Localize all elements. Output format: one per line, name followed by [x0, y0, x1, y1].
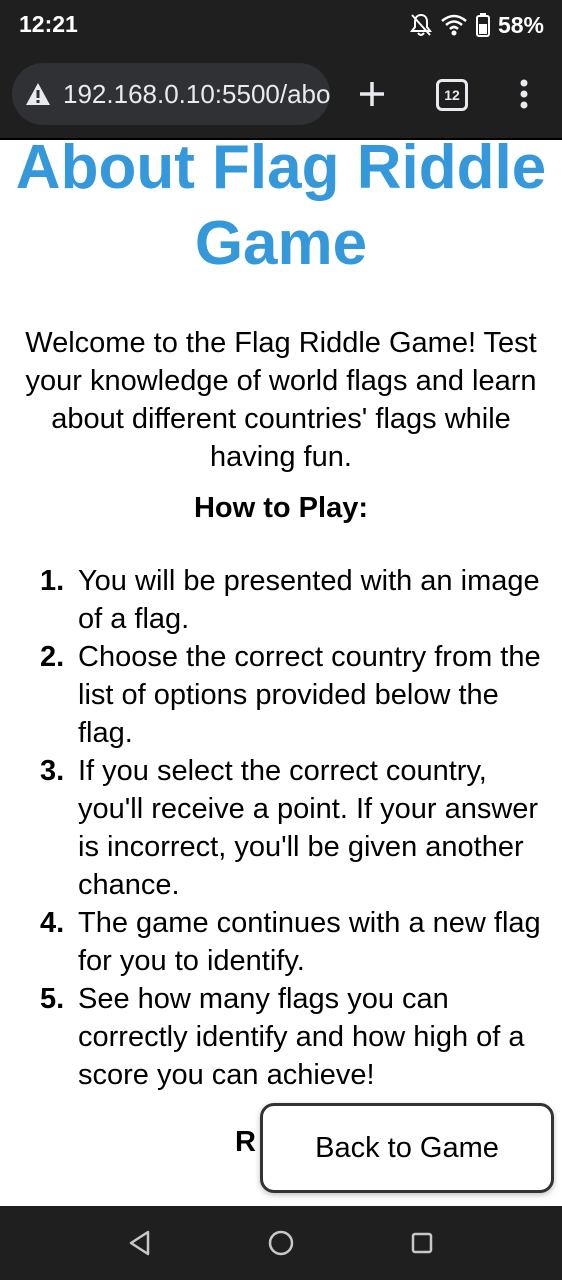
- step-text: You will be presented with an image of a…: [78, 565, 540, 635]
- tab-count: 12: [444, 87, 460, 103]
- list-item: 2. Choose the correct country from the li…: [40, 638, 560, 752]
- page-title: About Flag Riddle Game: [15, 140, 547, 278]
- back-triangle-icon[interactable]: [124, 1227, 156, 1259]
- home-circle-icon[interactable]: [265, 1227, 297, 1259]
- list-item: 1. You will be presented with an image of…: [40, 562, 560, 638]
- step-number: 3.: [40, 755, 65, 787]
- browser-toolbar: 192.168.0.10:5500/about.html 12: [0, 52, 562, 140]
- system-nav-bar: [0, 1206, 562, 1280]
- not-secure-warning-icon[interactable]: [24, 81, 52, 107]
- list-item: 5. See how many flags you can correctly i…: [40, 980, 560, 1094]
- tab-switcher-icon[interactable]: 12: [436, 79, 468, 111]
- intro-paragraph: Welcome to the Flag Riddle Game! Test yo…: [25, 327, 537, 473]
- step-text: The game continues with a new flag for y…: [78, 907, 541, 977]
- rules-heading-partial: R: [235, 1126, 256, 1158]
- step-number: 1.: [40, 565, 65, 597]
- new-tab-icon[interactable]: [352, 74, 392, 114]
- how-to-play-heading: How to Play:: [193, 492, 368, 524]
- list-item: 4. The game continues with a new flag for…: [40, 904, 560, 980]
- battery-percentage: 58%: [497, 11, 544, 38]
- battery-icon: [475, 13, 490, 37]
- status-time: 12:21: [19, 11, 78, 37]
- url-text[interactable]: 192.168.0.10:5500/about.html: [63, 79, 330, 110]
- list-item: 3. If you select the correct country, you…: [40, 752, 560, 904]
- step-text: If you select the correct country, you'l…: [78, 755, 539, 901]
- step-text: See how many flags you can correctly ide…: [78, 983, 525, 1091]
- wifi-icon: [441, 14, 467, 36]
- menu-icon[interactable]: [512, 74, 536, 114]
- step-text: Choose the correct country from the list…: [78, 641, 541, 749]
- back-to-game-button[interactable]: Back to Game: [260, 1103, 554, 1193]
- page-content: About Flag Riddle Game Welcome to the Fl…: [0, 140, 562, 1206]
- status-icons: 58%: [409, 10, 544, 40]
- notifications-off-icon: [409, 13, 432, 36]
- step-number: 4.: [40, 907, 65, 939]
- steps-list: 1. You will be presented with an image of…: [40, 562, 560, 1094]
- step-number: 2.: [40, 641, 65, 673]
- recents-square-icon[interactable]: [406, 1227, 438, 1259]
- step-number: 5.: [40, 983, 65, 1015]
- address-bar[interactable]: 192.168.0.10:5500/about.html: [12, 63, 330, 125]
- status-bar: 12:21 58%: [0, 0, 562, 52]
